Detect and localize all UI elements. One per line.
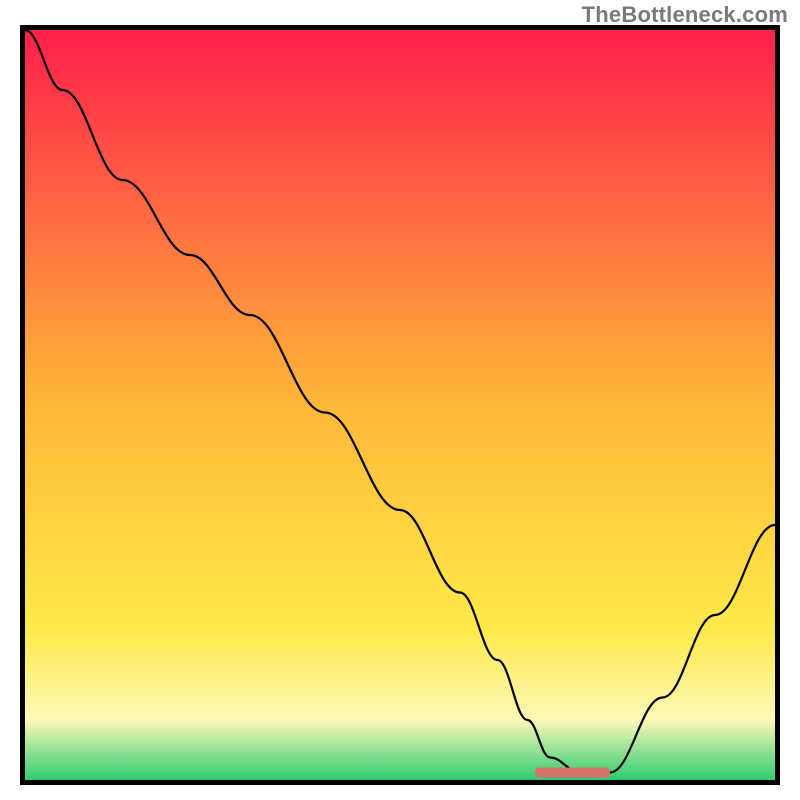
chart-svg (25, 30, 775, 780)
plot-frame (20, 25, 780, 785)
chart-container: TheBottleneck.com (0, 0, 800, 800)
plot-area (25, 30, 775, 780)
optimal-marker (535, 768, 610, 778)
chart-background (25, 30, 775, 780)
